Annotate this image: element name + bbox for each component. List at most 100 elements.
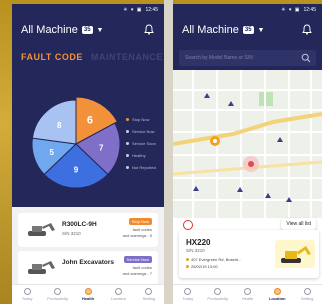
status-time: 12:45 (145, 7, 158, 13)
pie-slice-label: 8 (57, 121, 62, 130)
app-header: ✳ ▾ ▣ 12:45 All Machine 35 ▼ (12, 4, 164, 48)
pie-slice-label: 5 (50, 148, 55, 157)
pin-icon (186, 258, 189, 261)
health-icon (84, 288, 92, 295)
clock-icon (186, 265, 189, 268)
machine-serial: S/N 3210 (62, 231, 81, 236)
health-panel: FAULT CODE MAINTENANCE 6 7 9 5 8 Stop Now Ser… (12, 48, 164, 208)
legend-dot (126, 129, 129, 133)
legend-dot (126, 165, 129, 169)
legend-item: Healthy (126, 149, 156, 161)
bell-icon[interactable] (302, 24, 312, 35)
legend-label: Healthy (132, 152, 146, 158)
legend-label: Not Reported (132, 164, 156, 170)
machine-name: R300LC-9H (62, 221, 97, 228)
chart-legend: Stop Now Service Now Service Soon Healthy No… (126, 113, 156, 173)
machine-serial: S/N 3210 (186, 248, 205, 253)
status-bar: ✳ ▾ ▣ 12:45 (123, 7, 158, 13)
machine-count-badge: 35 (242, 26, 254, 34)
search-placeholder: Search by Model Name or S/N (185, 55, 253, 61)
pie-slice-label: 6 (87, 115, 93, 127)
bottom-nav: Today Productivity Health Location Setting (173, 284, 322, 304)
nav-item-health[interactable]: Health (73, 285, 103, 304)
view-all-list-button[interactable]: View all list (281, 218, 316, 230)
excavator-icon (28, 223, 55, 236)
nav-item-setting[interactable]: Setting (134, 285, 164, 304)
search-icon[interactable] (301, 53, 311, 63)
tab-fault-code[interactable]: FAULT CODE (21, 52, 83, 62)
legend-dot (126, 153, 129, 157)
header-title: All Machine (21, 24, 78, 36)
nav-item-location[interactable]: Location (262, 285, 292, 304)
bottom-nav: Today Productivity Health Location Setting (12, 284, 164, 304)
fault-codes-summary: fault codes and warnings : 5 (123, 227, 152, 239)
nav-item-today[interactable]: Today (12, 285, 42, 304)
status-time: 12:45 (303, 7, 316, 13)
location-icon (114, 288, 122, 295)
machine-card[interactable]: R300LC-9H S/N 3210 Stop Now fault codes … (18, 213, 158, 247)
legend-item: Not Reported (126, 161, 156, 173)
machine-count-badge: 35 (81, 26, 93, 34)
fault-pie-chart: 6 7 9 5 8 (31, 96, 121, 189)
nav-item-productivity[interactable]: Productivity (203, 285, 233, 304)
gear-icon (145, 288, 153, 295)
tab-maintenance[interactable]: MAINTENANCE (91, 52, 163, 62)
legend-label: Stop Now (132, 116, 150, 122)
legend-dot (126, 117, 129, 121)
nav-label: Today (21, 296, 33, 301)
legend-label: Service Now (132, 128, 155, 134)
legend-item: Stop Now (126, 113, 156, 125)
nav-item-setting[interactable]: Setting (292, 285, 322, 304)
legend-item: Service Now (126, 125, 156, 137)
nav-label: Setting (300, 296, 314, 301)
pie-slice-label: 9 (74, 166, 79, 175)
legend-item: Service Soon (126, 137, 156, 149)
machine-list: R300LC-9H S/N 3210 Stop Now fault codes … (12, 207, 164, 287)
productivity-icon (214, 288, 222, 295)
calendar-icon (23, 288, 31, 295)
nav-item-today[interactable]: Today (173, 285, 203, 304)
productivity-icon (54, 288, 62, 295)
machine-card[interactable]: John Excavators Service Now fault codes … (18, 251, 158, 285)
nav-label: Health (81, 296, 95, 301)
phone-screen-health: ✳ ▾ ▣ 12:45 All Machine 35 ▼ FAULT CODE … (12, 4, 164, 304)
nav-label: Health (241, 296, 254, 301)
chevron-down-icon: ▼ (96, 26, 104, 34)
nav-item-productivity[interactable]: Productivity (42, 285, 72, 304)
excavator-icon (275, 240, 315, 268)
pie-slice[interactable] (31, 99, 77, 145)
phone-screen-location: ✳ ▾ ▣ 12:45 All Machine 35 ▼ Search by M… (173, 4, 322, 304)
chevron-down-icon: ▼ (257, 26, 265, 34)
app-header: ✳ ▾ ▣ 12:45 All Machine 35 ▼ (173, 4, 322, 48)
machine-detail-card[interactable]: HX220 S/N 3210 407 Evergreen Rd, Boseld.… (179, 230, 319, 278)
machine-name: HX220 (186, 238, 211, 247)
tab-bar: FAULT CODE MAINTENANCE (21, 52, 163, 62)
pie-slice-label: 7 (99, 143, 104, 152)
header-title: All Machine (182, 24, 239, 36)
machine-address: 407 Evergreen Rd, Boseld... (186, 257, 241, 262)
warnings-count: and warnings : 5 (122, 233, 152, 238)
machine-name: John Excavators (62, 259, 115, 266)
status-icons: ✳ ▾ ▣ (281, 7, 301, 13)
nav-label: Productivity (47, 296, 68, 301)
status-bar: ✳ ▾ ▣ 12:45 (281, 7, 316, 13)
fault-codes-summary: fault codes and warnings : 7 (123, 265, 152, 277)
map-view[interactable] (173, 70, 322, 218)
legend-label: Service Soon (132, 140, 156, 146)
search-bar: Search by Model Name or S/N (173, 48, 322, 70)
nav-item-health[interactable]: Health (233, 285, 263, 304)
address-text: 407 Evergreen Rd, Boseld... (191, 257, 242, 262)
nav-label: Productivity (207, 296, 229, 301)
machine-selector[interactable]: All Machine 35 ▼ (21, 24, 103, 36)
nav-item-location[interactable]: Location (103, 285, 133, 304)
date-text: 25/02/19 13:00 (191, 264, 218, 269)
status-badge: Service Now (123, 256, 152, 263)
bell-icon[interactable] (144, 24, 154, 35)
nav-label: Location (268, 296, 286, 301)
nav-label: Setting (142, 296, 156, 301)
close-icon[interactable] (183, 220, 193, 230)
machine-selector[interactable]: All Machine 35 ▼ (182, 24, 264, 36)
search-input[interactable]: Search by Model Name or S/N (179, 50, 316, 66)
status-badge: Stop Now (128, 218, 152, 225)
status-icons: ✳ ▾ ▣ (123, 7, 143, 13)
